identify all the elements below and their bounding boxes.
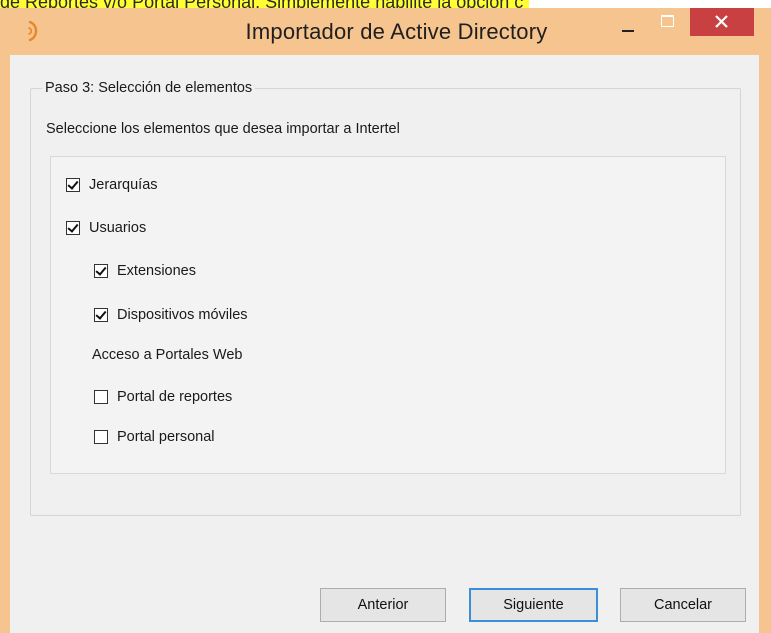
jerarquias-option[interactable]: Jerarquías bbox=[66, 174, 158, 196]
portal-reportes-checkbox[interactable] bbox=[94, 390, 108, 404]
window-border-left bbox=[0, 55, 10, 633]
close-icon bbox=[715, 15, 728, 28]
anterior-button[interactable]: Anterior bbox=[320, 588, 446, 622]
portal-reportes-option[interactable]: Portal de reportes bbox=[94, 386, 232, 408]
portal-personal-label: Portal personal bbox=[117, 429, 215, 445]
jerarquias-checkbox[interactable] bbox=[66, 178, 80, 192]
usuarios-label: Usuarios bbox=[89, 220, 147, 236]
portal-reportes-label: Portal de reportes bbox=[117, 389, 233, 405]
dispositivos-option[interactable]: Dispositivos móviles bbox=[94, 304, 248, 326]
extensiones-checkbox[interactable] bbox=[94, 264, 108, 278]
dispositivos-label: Dispositivos móviles bbox=[117, 307, 248, 323]
dispositivos-checkbox[interactable] bbox=[94, 308, 108, 322]
minimize-button[interactable] bbox=[612, 8, 642, 36]
instruction-text: Seleccione los elementos que desea impor… bbox=[46, 121, 400, 137]
extensiones-option[interactable]: Extensiones bbox=[94, 260, 196, 282]
usuarios-option[interactable]: Usuarios bbox=[66, 217, 146, 239]
usuarios-checkbox[interactable] bbox=[66, 221, 80, 235]
window-border-right bbox=[759, 55, 771, 633]
step-legend: Paso 3: Selección de elementos bbox=[42, 80, 256, 96]
siguiente-button[interactable]: Siguiente bbox=[469, 588, 598, 622]
close-button[interactable] bbox=[690, 8, 754, 36]
portal-personal-option[interactable]: Portal personal bbox=[94, 426, 215, 448]
cancelar-button[interactable]: Cancelar bbox=[620, 588, 746, 622]
jerarquias-label: Jerarquías bbox=[89, 177, 158, 193]
extensiones-label: Extensiones bbox=[117, 263, 196, 279]
portales-heading: Acceso a Portales Web bbox=[92, 347, 243, 363]
maximize-button[interactable] bbox=[652, 8, 684, 36]
portal-personal-checkbox[interactable] bbox=[94, 430, 108, 444]
window-titlebar[interactable]: Importador de Active Directory bbox=[0, 8, 771, 55]
